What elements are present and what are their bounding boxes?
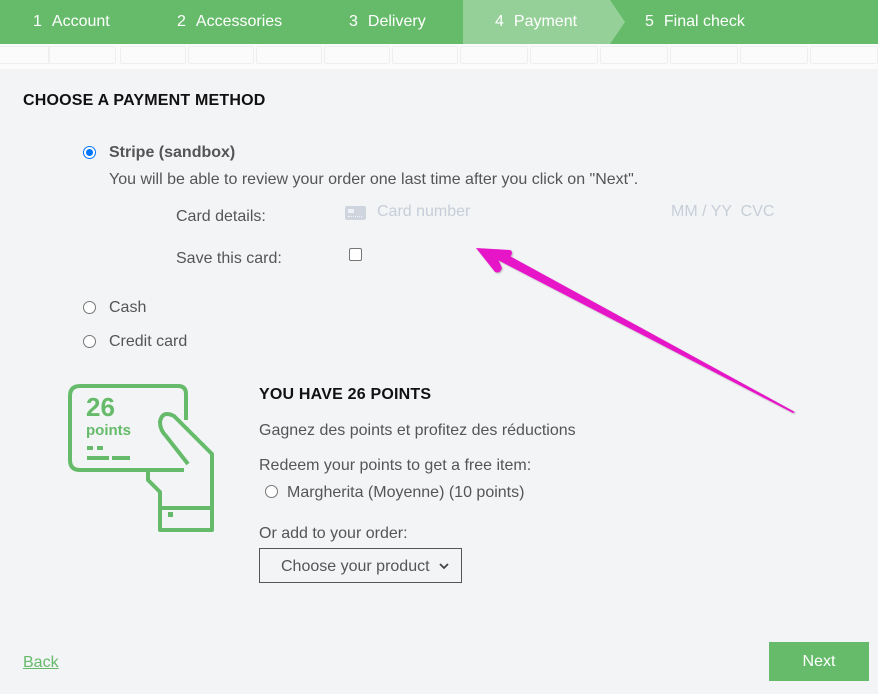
radio-credit-card[interactable] <box>83 335 96 348</box>
background-texture <box>0 44 878 69</box>
step-number: 1 <box>33 13 42 30</box>
icon-cuff-dot <box>168 512 173 517</box>
step-number: 3 <box>349 13 358 30</box>
loyalty-card-hand-icon: 26 points <box>66 384 216 534</box>
chevron-down-icon <box>439 563 449 570</box>
save-card-label: Save this card: <box>176 250 282 267</box>
icon-dash <box>112 456 130 460</box>
label-stripe[interactable]: Stripe (sandbox) <box>109 144 235 162</box>
step-accessories[interactable]: 2 Accessories <box>177 0 282 44</box>
checkout-steps: 1 Account 2 Accessories 3 Delivery 4 Payment… <box>0 0 878 44</box>
label-credit-card[interactable]: Credit card <box>109 333 187 351</box>
product-select-value: Choose your product <box>281 558 430 575</box>
icon-dot <box>97 446 103 450</box>
radio-stripe[interactable] <box>83 146 96 159</box>
step-label: Final check <box>663 13 745 30</box>
step-label: Delivery <box>367 13 426 30</box>
step-number: 2 <box>177 13 186 30</box>
radio-cash[interactable] <box>83 301 96 314</box>
card-input-field[interactable]: Card number MM / YY CVC <box>340 198 780 226</box>
content-panel <box>1 69 878 694</box>
stripe-description: You will be able to review your order on… <box>109 171 639 188</box>
back-link[interactable]: Back <box>23 654 59 672</box>
card-details-label: Card details: <box>176 208 266 225</box>
step-number: 4 <box>495 13 504 30</box>
step-payment[interactable]: 4 Payment <box>495 0 577 44</box>
points-heading: YOU HAVE 26 POINTS <box>259 386 432 403</box>
next-button[interactable]: Next <box>769 642 869 681</box>
step-label: Accessories <box>195 13 283 30</box>
step-label: Account <box>51 13 110 30</box>
redeem-option-margherita[interactable]: Margherita (Moyenne) (10 points) <box>287 484 524 502</box>
step-delivery[interactable]: 3 Delivery <box>349 0 426 44</box>
redeem-label: Redeem your points to get a free item: <box>259 457 532 474</box>
step-label: Payment <box>513 13 578 30</box>
points-subtitle: Gagnez des points et profitez des réduct… <box>259 422 576 439</box>
icon-dash <box>87 456 109 460</box>
save-card-checkbox[interactable] <box>349 248 362 261</box>
step-account[interactable]: 1 Account <box>33 0 110 44</box>
payment-method-heading: CHOOSE A PAYMENT METHOD <box>23 92 266 109</box>
add-to-order-label: Or add to your order: <box>259 525 408 542</box>
product-select[interactable]: Choose your product <box>259 548 462 583</box>
icon-points-value: 26 <box>86 392 115 422</box>
credit-card-icon <box>345 206 366 220</box>
expiry-cvc-placeholder: MM / YY CVC <box>671 203 775 220</box>
radio-redeem-margherita[interactable] <box>265 485 278 498</box>
icon-points-word: points <box>86 422 131 439</box>
icon-dot <box>87 446 93 450</box>
step-final-check[interactable]: 5 Final check <box>645 0 745 44</box>
label-cash[interactable]: Cash <box>109 299 146 317</box>
card-number-placeholder: Card number <box>377 203 471 220</box>
step-number: 5 <box>645 13 654 30</box>
